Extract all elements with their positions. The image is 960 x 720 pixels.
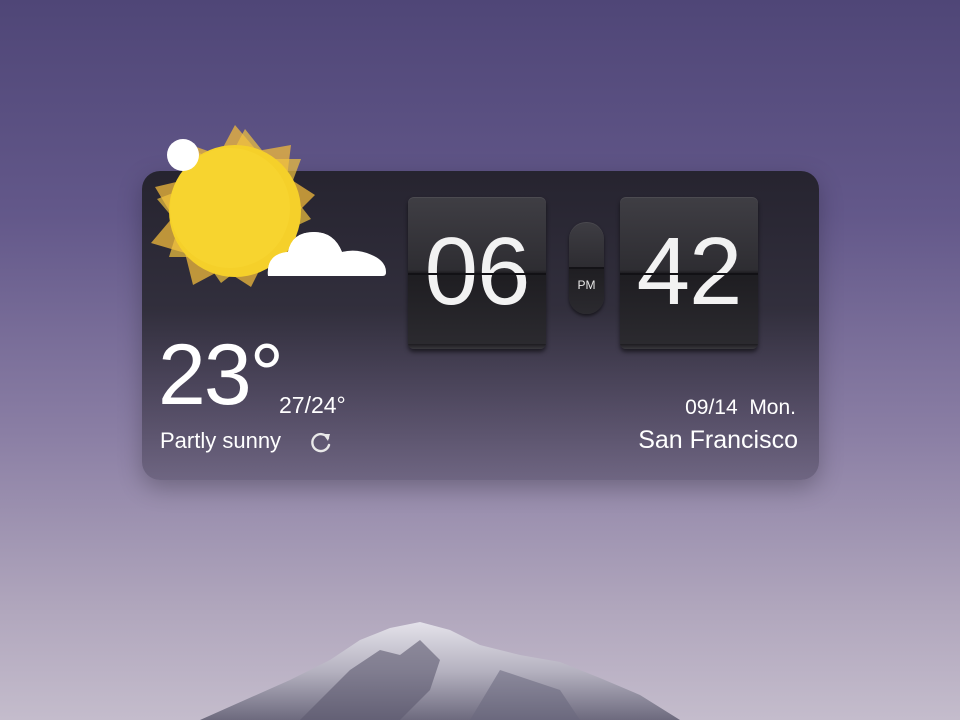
date-label: 09/14 Mon.	[685, 396, 796, 419]
temperature-range: 27/24°	[279, 392, 346, 418]
clock-hours: 06	[424, 218, 531, 325]
weather-condition: Partly sunny	[160, 428, 282, 453]
clock-period: PM	[577, 278, 596, 292]
city-label[interactable]: San Francisco	[638, 426, 798, 455]
clock-minutes-card[interactable]: 42	[620, 197, 758, 349]
clock-period-toggle: PM	[569, 222, 604, 314]
clock-minutes: 42	[636, 218, 743, 325]
refresh-icon[interactable]	[308, 430, 334, 456]
partly-sunny-icon	[151, 125, 386, 287]
current-temperature: 23°	[158, 327, 284, 423]
clock-hours-card[interactable]: 06	[408, 197, 546, 349]
mountain-image	[200, 622, 680, 720]
